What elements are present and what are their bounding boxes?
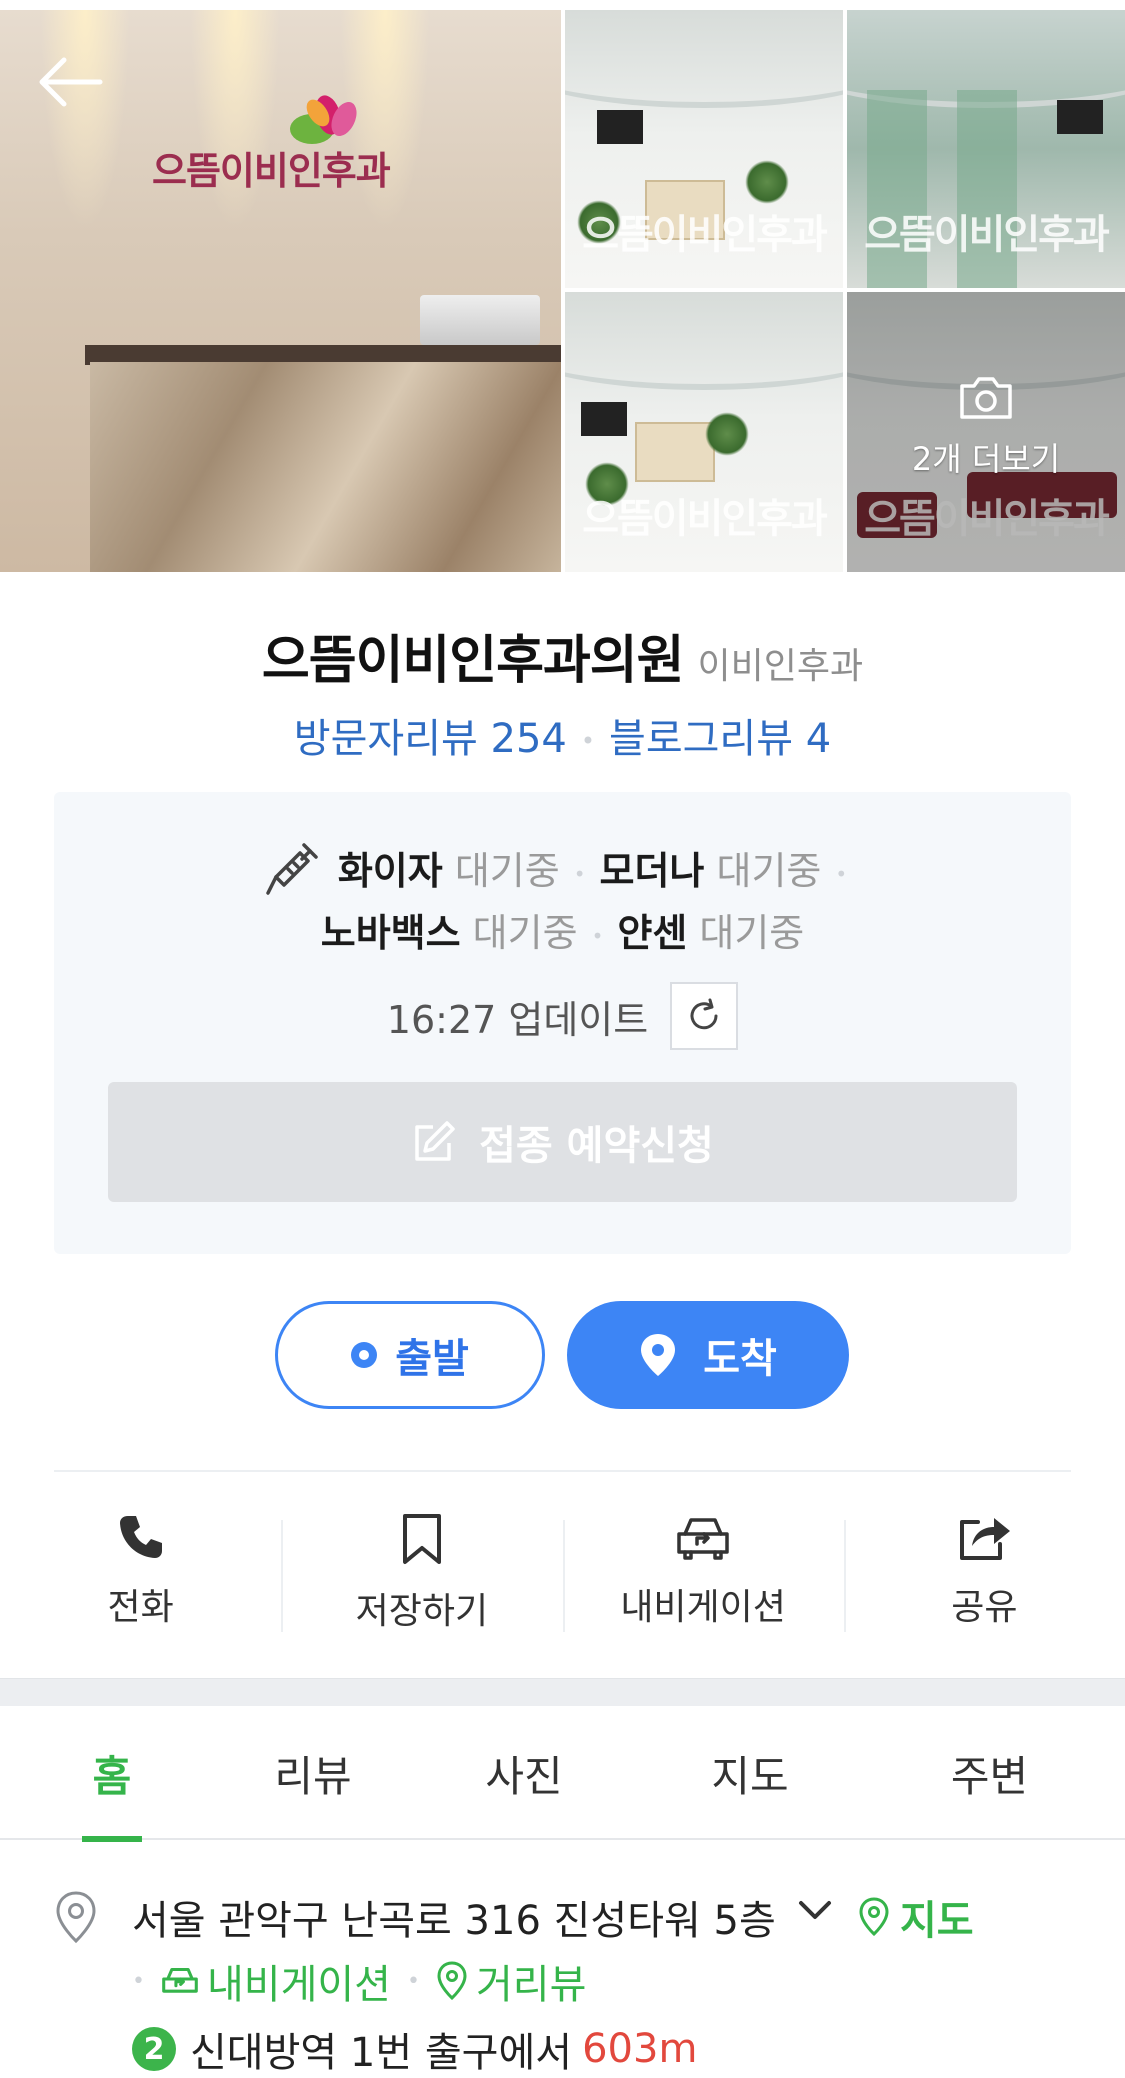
review-summary: 방문자리뷰 254 • 블로그리뷰 4 <box>293 716 832 762</box>
place-category: 이비인후과 <box>697 646 864 687</box>
address-map-link[interactable]: 지도 <box>858 1888 974 1946</box>
navigation-link-label: 내비게이션 <box>206 1962 391 2008</box>
more-photos-label: 2개 더보기 <box>911 440 1061 478</box>
navigation-link[interactable]: 내비게이션 <box>161 1952 391 2010</box>
vaccine-line-1: 화이자 대기중 • 모더나 대기중 • <box>54 840 1071 897</box>
refresh-icon <box>690 998 718 1030</box>
photo-thumbnail-2[interactable]: 으뜸이비인후과 <box>847 10 1125 288</box>
route-arrive-label: 도착 <box>703 1336 777 1382</box>
vaccine-name: 얀센 <box>617 911 688 955</box>
camera-icon <box>960 377 1012 419</box>
subway-info: 2 신대방역 1번 출구에서 603m <box>132 2020 697 2078</box>
action-label: 공유 <box>951 1587 1018 1628</box>
action-label: 전화 <box>107 1587 174 1628</box>
vaccine-line-2: 노바백스 대기중 • 얀센 대기중 <box>320 911 805 955</box>
syringe-icon <box>266 842 318 895</box>
update-row: 16:27 업데이트 <box>54 982 1071 1050</box>
subway-line-badge: 2 <box>132 2027 176 2071</box>
map-pin-icon <box>859 1897 889 1937</box>
clinic-logo-text: 으뜸이비인후과 <box>152 149 391 193</box>
vaccine-status: 대기중 <box>454 849 560 893</box>
photo-gallery: 으뜸이비인후과 으뜸이비인후과 으뜸이비인후과 으뜸이비인후과 으뜸이비인후과 <box>0 0 1125 572</box>
photo-thumbnail-1[interactable]: 으뜸이비인후과 <box>565 10 843 288</box>
subway-distance: 603m <box>582 2026 698 2072</box>
refresh-button[interactable] <box>670 982 739 1050</box>
tab-photos[interactable]: 사진 <box>402 1706 646 1840</box>
photo-watermark: 으뜸이비인후과 <box>864 212 1110 258</box>
route-start-button[interactable]: 출발 <box>275 1301 545 1409</box>
subway-text: 신대방역 1번 출구에서 <box>190 2030 573 2076</box>
edit-icon <box>415 1121 455 1161</box>
vaccine-status: 대기중 <box>472 911 578 955</box>
chevron-down-icon[interactable] <box>798 1900 832 1922</box>
vaccine-status-box: 화이자 대기중 • 모더나 대기중 • 노바백스 대기중 • 얀센 대기중 16:27 업… <box>54 792 1071 1254</box>
street-view-pin-icon <box>437 1961 467 2001</box>
route-start-label: 출발 <box>395 1336 469 1382</box>
action-label: 저장하기 <box>355 1591 489 1632</box>
vaccine-name: 노바백스 <box>320 911 461 955</box>
car-navigation-icon <box>677 1518 729 1560</box>
tab-map[interactable]: 지도 <box>646 1706 854 1840</box>
tab-home[interactable]: 홈 <box>0 1706 224 1840</box>
bookmark-icon <box>402 1514 441 1564</box>
save-button[interactable]: 저장하기 <box>281 1500 562 1650</box>
location-pin-icon <box>56 1891 96 1944</box>
route-arrive-button[interactable]: 도착 <box>567 1301 849 1409</box>
section-separator <box>0 1678 1125 1706</box>
vaccine-status: 대기중 <box>699 911 805 955</box>
route-buttons: 출발 도착 <box>0 1301 1125 1409</box>
start-dot-icon <box>351 1342 378 1368</box>
address-text: 서울 관악구 난곡로 316 진성타워 5층 <box>132 1898 776 1944</box>
vaccine-status: 대기중 <box>716 849 822 893</box>
action-label: 내비게이션 <box>620 1587 786 1628</box>
navigation-button[interactable]: 내비게이션 <box>562 1500 844 1650</box>
photo-watermark: 으뜸이비인후과 <box>582 212 828 258</box>
vaccine-reserve-label: 접종 예약신청 <box>479 1123 714 1169</box>
address-links: • 내비게이션 • 거리뷰 <box>132 1952 586 2010</box>
vaccine-name: 화이자 <box>337 849 443 893</box>
photo-thumbnail-3[interactable]: 으뜸이비인후과 <box>565 292 843 572</box>
tab-nearby[interactable]: 주변 <box>854 1706 1125 1840</box>
phone-icon <box>119 1516 162 1558</box>
tab-reviews[interactable]: 리뷰 <box>224 1706 402 1840</box>
vaccine-reserve-button[interactable]: 접종 예약신청 <box>108 1082 1017 1202</box>
place-title-row: 으뜸이비인후과의원 이비인후과 <box>0 618 1125 693</box>
update-time: 16:27 업데이트 <box>386 997 649 1042</box>
car-navigation-icon <box>162 1967 198 1993</box>
photo-watermark: 으뜸이비인후과 <box>582 496 828 542</box>
divider <box>54 1470 1071 1472</box>
blog-reviews-link[interactable]: 블로그리뷰 4 <box>609 716 831 762</box>
location-pin-icon <box>641 1334 676 1376</box>
call-button[interactable]: 전화 <box>0 1500 281 1650</box>
share-icon <box>960 1518 1011 1560</box>
back-arrow-icon[interactable] <box>34 52 106 112</box>
visitor-reviews-link[interactable]: 방문자리뷰 254 <box>294 716 567 762</box>
vaccine-name: 모더나 <box>599 849 705 893</box>
street-view-link[interactable]: 거리뷰 <box>436 1952 586 2010</box>
share-button[interactable]: 공유 <box>843 1500 1125 1650</box>
more-photos-button[interactable]: 2개 더보기 <box>847 292 1125 572</box>
map-link-label: 지도 <box>900 1898 974 1944</box>
action-bar: 전화 저장하기 내비게이션 공유 <box>0 1500 1125 1650</box>
place-name: 으뜸이비인후과의원 <box>261 631 685 691</box>
tab-bar: 홈 리뷰 사진 지도 주변 <box>0 1706 1125 1840</box>
street-view-label: 거리뷰 <box>475 1962 587 2008</box>
